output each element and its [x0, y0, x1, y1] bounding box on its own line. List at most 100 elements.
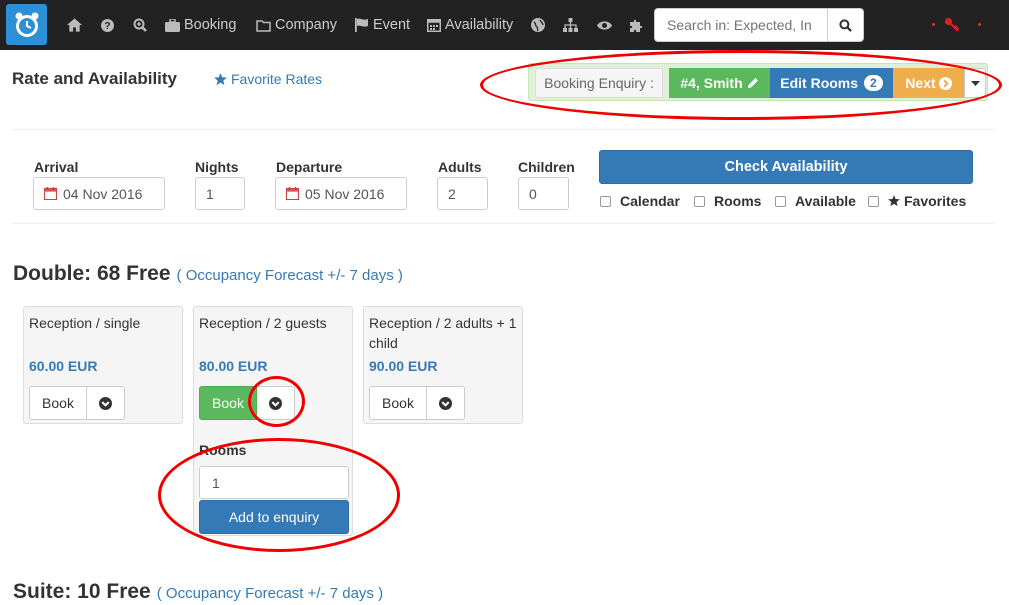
globe-icon — [531, 18, 545, 32]
departure-date-value: 05 Nov 2016 — [305, 185, 385, 202]
rate-name: Reception / 2 adults + 1 child — [369, 315, 517, 351]
chevron-circle-down-icon — [99, 396, 112, 410]
calendar-icon — [286, 187, 299, 200]
book-button[interactable]: Book — [199, 386, 257, 420]
top-navbar: ? Booking Company Event Availability — [0, 0, 1009, 50]
occupancy-forecast-link[interactable]: ( Occupancy Forecast +/- 7 days ) — [177, 267, 403, 284]
eye-icon — [597, 20, 612, 30]
rooms-checkbox[interactable]: Rooms — [694, 193, 761, 209]
book-button-group: Book — [199, 386, 295, 420]
key-icon — [945, 18, 960, 32]
nav-availability[interactable]: Availability — [427, 0, 513, 50]
book-dropdown-toggle[interactable] — [257, 386, 295, 420]
children-field[interactable]: 0 — [518, 177, 569, 210]
nav-event[interactable]: Event — [355, 0, 410, 50]
room-type-title: Double: 68 Free — [13, 262, 171, 285]
occupancy-forecast-link[interactable]: ( Occupancy Forecast +/- 7 days ) — [157, 585, 383, 602]
enquiry-guest-label: #4, Smith — [680, 75, 743, 91]
favorite-rates-label: Favorite Rates — [231, 71, 323, 87]
nav-puzzle[interactable] — [630, 0, 644, 50]
book-dropdown-toggle[interactable] — [87, 386, 125, 420]
book-button-group: Book — [369, 386, 465, 420]
flag-icon — [355, 18, 368, 32]
nav-eye[interactable] — [597, 0, 612, 50]
arrival-date-field[interactable]: 04 Nov 2016 — [33, 177, 165, 210]
calendar-checkbox-label: Calendar — [620, 193, 680, 209]
favorite-rates-link[interactable]: Favorite Rates — [214, 71, 322, 87]
room-type-heading-double: Double: 68 Free ( Occupancy Forecast +/-… — [13, 262, 403, 286]
rate-name: Reception / single — [29, 315, 141, 331]
nav-help[interactable]: ? — [101, 0, 114, 50]
chevron-circle-down-icon — [439, 396, 452, 410]
checkbox-box[interactable] — [775, 195, 786, 207]
booking-enquiry-label: Booking Enquiry : — [535, 68, 663, 98]
favorites-checkbox[interactable]: Favorites — [868, 193, 966, 209]
booking-enquiry-bar: Booking Enquiry : #4, Smith Edit Rooms 2… — [528, 63, 988, 101]
nav-zoom[interactable] — [133, 0, 147, 50]
nav-key[interactable] — [944, 0, 960, 50]
chevron-circle-down-icon — [269, 396, 282, 410]
search-icon — [839, 18, 852, 32]
nav-sitemap[interactable] — [563, 0, 578, 50]
divider — [12, 223, 994, 224]
rate-card: Reception / 2 adults + 1 child 90.00 EUR… — [363, 306, 523, 424]
pencil-icon — [747, 78, 758, 88]
enquiry-dropdown-toggle[interactable] — [964, 68, 986, 98]
help-icon: ? — [101, 18, 114, 32]
nav-booking-label: Booking — [184, 17, 237, 33]
chevron-circle-right-icon — [938, 76, 952, 90]
add-to-enquiry-button[interactable]: Add to enquiry — [199, 500, 349, 534]
book-dropdown-toggle[interactable] — [427, 386, 465, 420]
available-checkbox[interactable]: Available — [775, 193, 856, 209]
checkbox-box[interactable] — [600, 195, 611, 207]
children-value: 0 — [529, 185, 537, 202]
arrival-label: Arrival — [34, 159, 79, 175]
nav-company-label: Company — [275, 17, 338, 33]
next-button[interactable]: Next — [893, 68, 964, 98]
enquiry-guest-button[interactable]: #4, Smith — [669, 68, 770, 98]
adults-field[interactable]: 2 — [437, 177, 488, 210]
edit-rooms-button[interactable]: Edit Rooms 2 — [770, 68, 893, 98]
rate-name: Reception / 2 guests — [199, 315, 327, 331]
room-type-title: Suite: 10 Free — [13, 580, 151, 603]
rooms-quantity-input[interactable]: 1 — [199, 466, 349, 499]
edit-rooms-label: Edit Rooms — [780, 75, 859, 91]
check-availability-button[interactable]: Check Availability — [599, 150, 973, 184]
rate-card: Reception / single 60.00 EUR Book — [23, 306, 183, 424]
book-button[interactable]: Book — [369, 386, 427, 420]
app-logo[interactable] — [6, 4, 47, 45]
departure-date-field[interactable]: 05 Nov 2016 — [275, 177, 407, 210]
adults-label: Adults — [438, 159, 482, 175]
nights-label: Nights — [195, 159, 239, 175]
home-icon — [67, 18, 82, 32]
nights-field[interactable]: 1 — [195, 177, 245, 210]
page-title: Rate and Availability — [12, 69, 178, 88]
departure-label: Departure — [276, 159, 343, 175]
puzzle-icon — [630, 19, 643, 32]
rate-price: 80.00 EUR — [199, 358, 268, 374]
checkbox-box[interactable] — [868, 195, 879, 207]
status-dot — [932, 23, 935, 26]
sitemap-icon — [563, 18, 578, 32]
svg-text:?: ? — [104, 21, 110, 32]
nights-value: 1 — [206, 185, 214, 202]
nav-company[interactable]: Company — [256, 0, 337, 50]
available-checkbox-label: Available — [795, 193, 856, 209]
room-type-heading-suite: Suite: 10 Free ( Occupancy Forecast +/- … — [13, 580, 383, 604]
arrival-date-value: 04 Nov 2016 — [63, 185, 143, 202]
nav-booking[interactable]: Booking — [165, 0, 236, 50]
rate-price: 60.00 EUR — [29, 358, 98, 374]
folder-icon — [256, 19, 271, 32]
calendar-icon — [44, 187, 57, 200]
checkbox-box[interactable] — [694, 195, 705, 207]
search-input[interactable] — [655, 9, 827, 41]
zoom-icon — [133, 18, 147, 32]
nav-availability-label: Availability — [445, 17, 514, 33]
rooms-quantity-value: 1 — [212, 474, 220, 491]
book-button[interactable]: Book — [29, 386, 87, 420]
nav-home[interactable] — [67, 0, 82, 50]
calendar-checkbox[interactable]: Calendar — [600, 193, 680, 209]
nav-globe[interactable] — [531, 0, 545, 50]
search-button[interactable] — [827, 9, 863, 41]
rate-price: 90.00 EUR — [369, 358, 438, 374]
